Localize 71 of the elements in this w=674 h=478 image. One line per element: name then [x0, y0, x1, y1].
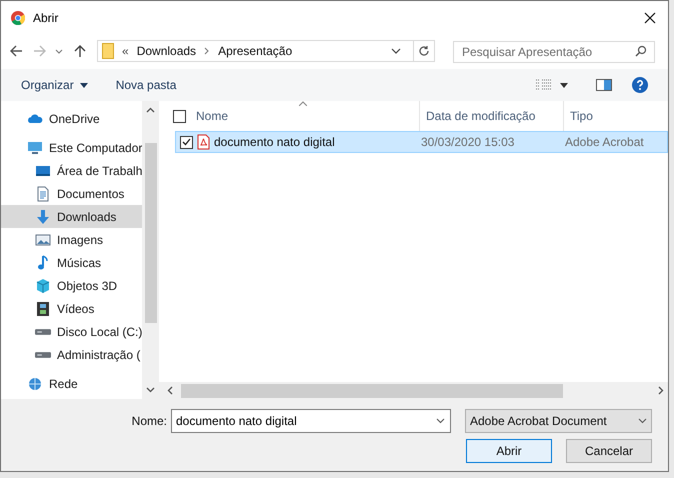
checkmark-icon — [182, 138, 191, 146]
window-title: Abrir — [33, 10, 60, 27]
folder-icon — [102, 43, 114, 59]
computer-icon — [27, 140, 43, 156]
view-list-icon[interactable] — [536, 79, 552, 91]
sort-ascending-icon — [299, 101, 307, 106]
pdf-file-icon — [197, 134, 210, 150]
sidebar-item[interactable]: Disco Local (C:) — [1, 320, 142, 343]
scroll-down-icon[interactable] — [146, 387, 155, 393]
drive-icon — [35, 352, 51, 358]
chevron-right-icon — [204, 47, 210, 55]
download-arrow-icon — [35, 208, 51, 224]
address-overflow[interactable]: « — [122, 42, 129, 60]
sidebar-item[interactable]: Este Computador — [1, 136, 142, 159]
scroll-up-icon[interactable] — [146, 107, 155, 113]
breadcrumb-item[interactable]: Apresentação — [218, 42, 292, 60]
sidebar-item[interactable]: OneDrive — [1, 107, 142, 130]
column-header[interactable]: Tipo — [564, 107, 593, 125]
search-field[interactable]: Pesquisar Apresentação — [453, 41, 655, 63]
chevron-down-icon — [638, 418, 647, 424]
image-icon — [35, 232, 51, 248]
file-type-dropdown[interactable]: Adobe Acrobat Document — [465, 409, 652, 433]
sidebar-item[interactable]: Administração ( — [1, 343, 142, 366]
organize-menu-button[interactable]: Organizar — [21, 76, 88, 94]
file-name-label: Nome: — [132, 413, 167, 430]
chevron-down-icon[interactable] — [436, 418, 445, 424]
chevron-down-icon[interactable] — [55, 47, 63, 55]
column-header[interactable]: Nome — [196, 107, 228, 125]
column-header[interactable]: Data de modificação — [420, 107, 563, 125]
dialog-button[interactable]: Cancelar — [566, 439, 652, 463]
scroll-right-icon[interactable] — [658, 386, 664, 395]
up-arrow-icon[interactable] — [73, 44, 87, 58]
help-icon[interactable] — [632, 77, 648, 93]
file-row[interactable]: documento nato digital 30/03/2020 15:03 Adobe Acrobat — [175, 131, 668, 153]
select-all-checkbox[interactable] — [173, 110, 186, 122]
sidebar-item[interactable]: Objetos 3D — [1, 274, 142, 297]
file-name-field[interactable]: documento nato digital — [171, 409, 451, 433]
row-checkbox[interactable] — [180, 136, 193, 148]
scrollbar-thumb[interactable] — [144, 143, 156, 323]
document-icon — [35, 186, 51, 202]
network-icon — [27, 376, 43, 392]
search-icon[interactable] — [635, 45, 647, 57]
sidebar-item[interactable]: Imagens — [1, 228, 142, 251]
sidebar-item[interactable]: Área de Trabalh — [1, 159, 142, 182]
sidebar-item[interactable]: Rede — [1, 372, 142, 395]
sidebar-item[interactable]: Documentos — [1, 182, 142, 205]
film-icon — [35, 300, 51, 316]
type-cell-text: Adobe Acrobat — [565, 134, 644, 151]
chevron-down-icon[interactable] — [391, 47, 401, 55]
back-arrow-icon[interactable] — [9, 44, 23, 58]
app-logo-icon — [11, 11, 25, 25]
sidebar-item[interactable]: Vídeos — [1, 297, 142, 320]
scrollbar-thumb[interactable] — [181, 384, 563, 398]
dialog-button[interactable]: Abrir — [466, 439, 552, 463]
horizontal-scrollbar[interactable] — [159, 382, 668, 399]
sidebar-item[interactable]: Músicas — [1, 251, 142, 274]
preview-pane-icon[interactable] — [596, 79, 612, 91]
cube-icon — [35, 278, 51, 294]
new-folder-button[interactable]: Nova pasta — [116, 76, 176, 94]
caret-icon[interactable] — [560, 82, 568, 88]
close-icon[interactable] — [644, 12, 656, 24]
scroll-left-icon[interactable] — [167, 386, 173, 395]
address-bar[interactable]: « Downloads Apresentação — [97, 40, 435, 62]
file-name-cell-text: documento nato digital — [214, 134, 335, 151]
vertical-scrollbar[interactable] — [142, 101, 159, 399]
breadcrumb-item[interactable]: Downloads — [136, 42, 196, 60]
caret-icon — [80, 82, 88, 88]
sidebar-item[interactable]: Downloads — [1, 205, 142, 228]
refresh-icon[interactable] — [418, 45, 430, 57]
drive-icon — [35, 328, 51, 334]
date-cell-text: 30/03/2020 15:03 — [421, 134, 516, 151]
